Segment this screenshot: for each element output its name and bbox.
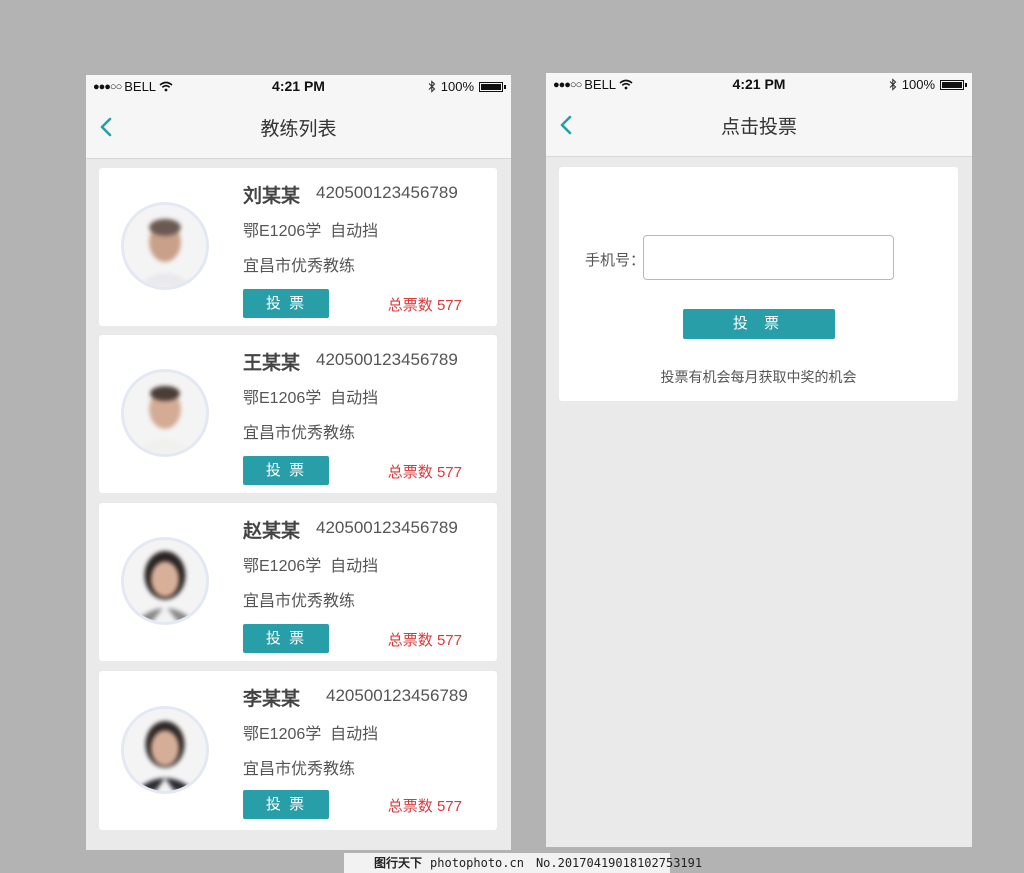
- nav-bar: 教练列表: [86, 99, 511, 159]
- plate-number: 鄂E1206学: [243, 558, 322, 575]
- coach-card: 赵某某 420500123456789 鄂E1206学 自动挡 宜昌市优秀教练 …: [99, 503, 497, 661]
- coach-list-screen: ●●●○○ BELL 4:21 PM 100% 教练列表 刘某某 4205001…: [86, 75, 511, 850]
- total-votes: 总票数 577: [387, 297, 462, 314]
- vote-button[interactable]: 投 票: [243, 456, 329, 485]
- coach-plate: 鄂E1206学 自动挡: [243, 217, 378, 241]
- plate-number: 鄂E1206学: [243, 726, 322, 743]
- coach-card: 王某某 420500123456789 鄂E1206学 自动挡 宜昌市优秀教练 …: [99, 335, 497, 493]
- page-title: 点击投票: [720, 117, 797, 138]
- bluetooth-icon: [428, 80, 436, 93]
- battery-percent: 100%: [440, 79, 474, 94]
- transmission-type: 自动挡: [330, 726, 379, 743]
- submit-vote-button[interactable]: 投 票: [683, 309, 835, 339]
- coach-description: 宜昌市优秀教练: [243, 258, 356, 275]
- coach-description: 宜昌市优秀教练: [243, 425, 356, 442]
- vote-button[interactable]: 投 票: [243, 790, 329, 819]
- watermark: 图行天下 photophoto.cn No.20170419018102753191: [344, 853, 702, 873]
- vote-button[interactable]: 投 票: [243, 624, 329, 653]
- transmission-type: 自动挡: [330, 390, 379, 407]
- page-title: 教练列表: [260, 119, 337, 140]
- coach-id: 420500123456789: [316, 350, 458, 369]
- avatar: [121, 537, 209, 625]
- battery-icon: [479, 81, 506, 92]
- coach-name: 李某某: [243, 689, 301, 710]
- phone-label: 手机号：: [585, 252, 646, 269]
- watermark-number: No.20170419018102753191: [535, 856, 703, 870]
- total-votes: 总票数 577: [387, 464, 462, 481]
- plate-number: 鄂E1206学: [243, 390, 322, 407]
- plate-number: 鄂E1206学: [243, 223, 322, 240]
- coach-id: 420500123456789: [316, 518, 458, 537]
- bluetooth-icon: [889, 78, 897, 91]
- avatar: [121, 369, 209, 457]
- status-bar: ●●●○○ BELL 4:21 PM 100%: [86, 75, 511, 99]
- transmission-type: 自动挡: [330, 223, 379, 240]
- coach-id: 420500123456789: [326, 686, 468, 705]
- coach-description: 宜昌市优秀教练: [243, 761, 356, 778]
- battery-percent: 100%: [901, 77, 935, 92]
- coach-plate: 鄂E1206学 自动挡: [243, 384, 378, 408]
- coach-card: 刘某某 420500123456789 鄂E1206学 自动挡 宜昌市优秀教练 …: [99, 168, 497, 326]
- phone-number-input[interactable]: [643, 235, 894, 280]
- watermark-brand: 图行天下: [374, 856, 423, 870]
- status-bar: ●●●○○ BELL 4:21 PM 100%: [546, 73, 972, 97]
- vote-button[interactable]: 投 票: [243, 289, 329, 318]
- coach-card: 李某某 420500123456789 鄂E1206学 自动挡 宜昌市优秀教练 …: [99, 671, 497, 830]
- coach-plate: 鄂E1206学 自动挡: [243, 720, 378, 744]
- coach-description: 宜昌市优秀教练: [243, 593, 356, 610]
- avatar: [121, 202, 209, 290]
- coach-name: 刘某某: [243, 186, 301, 207]
- transmission-type: 自动挡: [330, 558, 379, 575]
- vote-hint: 投票有机会每月获取中奖的机会: [660, 369, 857, 385]
- nav-bar: 点击投票: [546, 97, 972, 157]
- coach-name: 王某某: [243, 353, 301, 374]
- vote-screen: ●●●○○ BELL 4:21 PM 100% 点击投票 手机号： 投 票 投票…: [546, 73, 972, 847]
- vote-form: 手机号： 投 票 投票有机会每月获取中奖的机会: [559, 167, 958, 401]
- battery-icon: [940, 79, 967, 90]
- coach-id: 420500123456789: [316, 183, 458, 202]
- total-votes: 总票数 577: [387, 798, 462, 815]
- avatar: [121, 706, 209, 794]
- total-votes: 总票数 577: [387, 632, 462, 649]
- watermark-site: photophoto.cn: [430, 856, 524, 870]
- coach-name: 赵某某: [243, 521, 301, 542]
- coach-plate: 鄂E1206学 自动挡: [243, 552, 378, 576]
